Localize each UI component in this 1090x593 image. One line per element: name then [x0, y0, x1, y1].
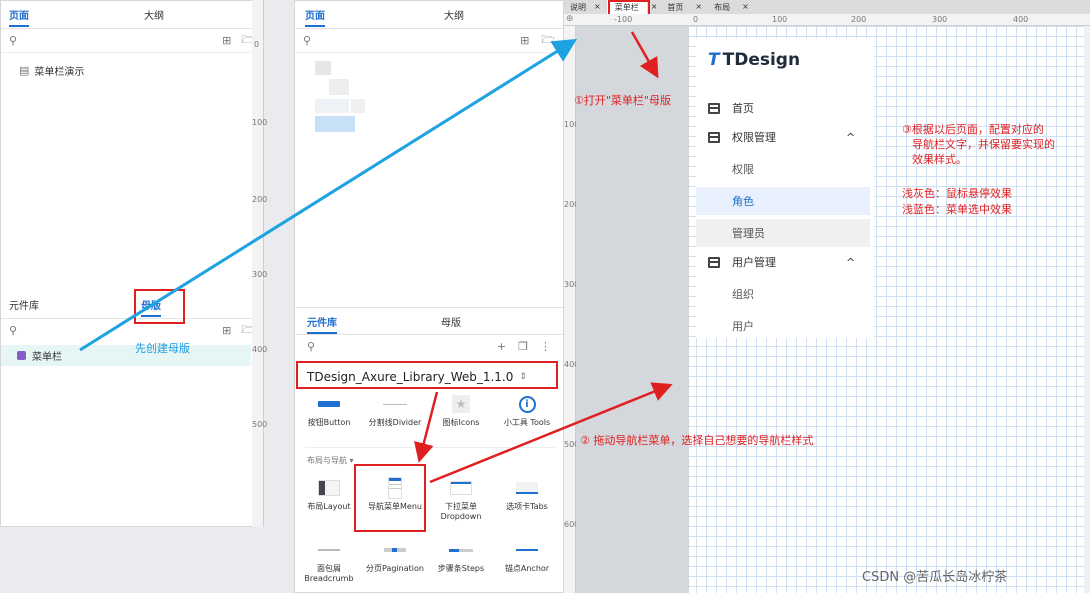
annotation-arrows [79, 31, 673, 484]
watermark: CSDN @苦瓜长岛冰柠茶 [862, 570, 1008, 585]
red-arrow-drag [429, 382, 673, 484]
red-arrow-library [414, 391, 439, 463]
blue-arrow [79, 38, 578, 352]
red-arrow-tab [630, 31, 659, 79]
